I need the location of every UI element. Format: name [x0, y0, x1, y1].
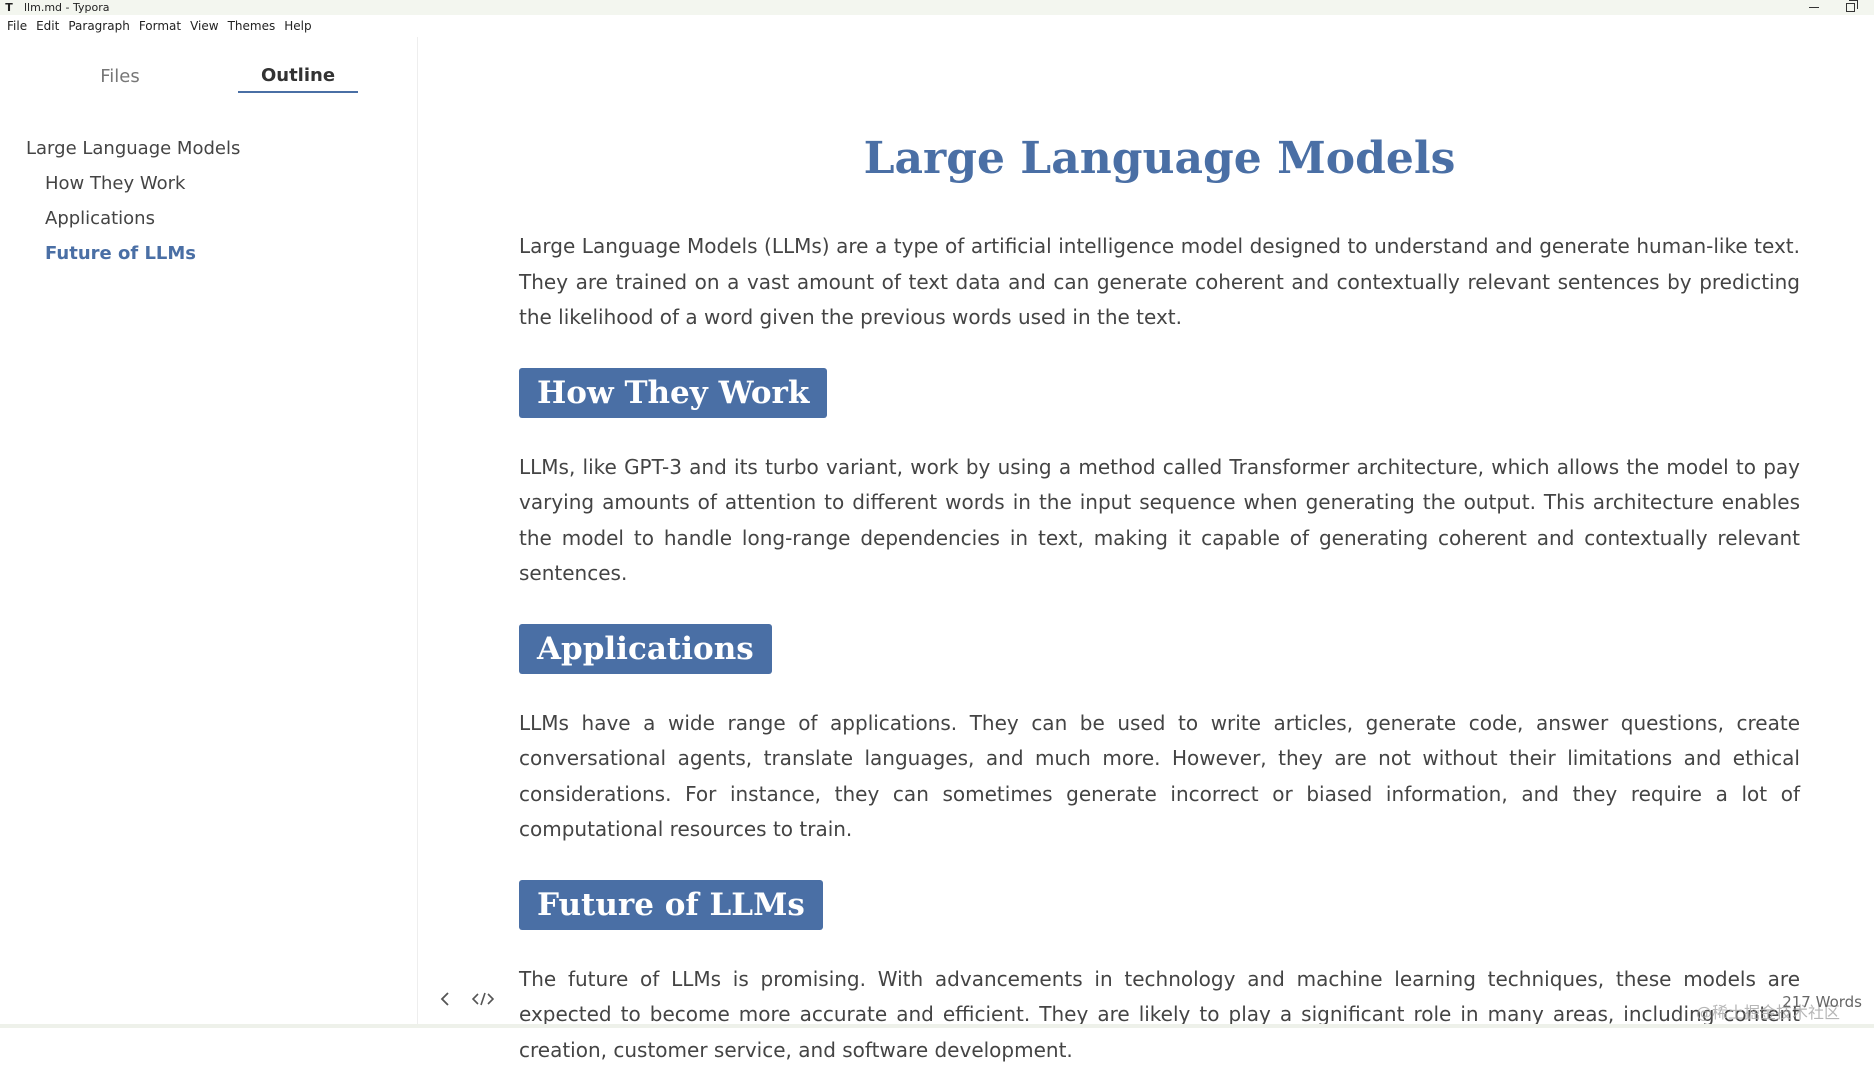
status-bar: @稀土掘金技术社区 217 Words	[419, 985, 1874, 1019]
sidebar: Files Outline Large Language Models How …	[0, 37, 418, 1028]
outline-list: Large Language Models How They Work Appl…	[0, 131, 418, 271]
code-icon	[472, 991, 494, 1011]
outline-item-future-of-llms[interactable]: Future of LLMs	[0, 236, 418, 271]
editor-pane[interactable]: Large Language Models Large Language Mod…	[419, 37, 1874, 1028]
menu-edit[interactable]: Edit	[36, 19, 59, 33]
sidebar-tabs: Files Outline	[0, 59, 418, 95]
word-count[interactable]: 217 Words	[1782, 993, 1862, 1011]
document-title: Large Language Models	[519, 129, 1800, 189]
outline-item-how-they-work[interactable]: How They Work	[0, 166, 418, 201]
menu-file[interactable]: File	[7, 19, 27, 33]
bottom-strip	[0, 1024, 1874, 1028]
restore-icon	[1846, 3, 1855, 12]
minimize-button[interactable]	[1808, 2, 1820, 14]
source-code-mode-button[interactable]	[471, 989, 495, 1013]
outline-item-applications[interactable]: Applications	[0, 201, 418, 236]
window-title: llm.md - Typora	[24, 1, 109, 14]
heading-how-they-work: How They Work	[519, 368, 827, 418]
document: Large Language Models Large Language Mod…	[519, 129, 1800, 1068]
section-how-they-work: How They Work LLMs, like GPT-3 and its t…	[519, 368, 1800, 592]
restore-button[interactable]	[1844, 2, 1856, 14]
heading-applications: Applications	[519, 624, 772, 674]
chevron-left-icon	[438, 991, 452, 1012]
section-applications: Applications LLMs have a wide range of a…	[519, 624, 1800, 848]
typora-app-icon: T	[2, 1, 16, 14]
tab-outline[interactable]: Outline	[238, 59, 358, 93]
tab-files[interactable]: Files	[60, 59, 180, 93]
outline-item-large-language-models[interactable]: Large Language Models	[0, 131, 418, 166]
window-titlebar: T llm.md - Typora	[0, 0, 1874, 15]
menu-bar: File Edit Paragraph Format View Themes H…	[0, 15, 1874, 37]
minimize-icon	[1809, 7, 1819, 8]
menu-format[interactable]: Format	[139, 19, 181, 33]
menu-paragraph[interactable]: Paragraph	[68, 19, 129, 33]
intro-paragraph: Large Language Models (LLMs) are a type …	[519, 229, 1800, 336]
paragraph-applications: LLMs have a wide range of applications. …	[519, 706, 1800, 848]
paragraph-how-they-work: LLMs, like GPT-3 and its turbo variant, …	[519, 450, 1800, 592]
window-controls	[1808, 2, 1856, 14]
section-future-of-llms: Future of LLMs The future of LLMs is pro…	[519, 880, 1800, 1068]
toggle-sidebar-button[interactable]	[433, 989, 457, 1013]
menu-view[interactable]: View	[190, 19, 218, 33]
menu-help[interactable]: Help	[284, 19, 311, 33]
menu-themes[interactable]: Themes	[228, 19, 276, 33]
heading-future-of-llms: Future of LLMs	[519, 880, 823, 930]
